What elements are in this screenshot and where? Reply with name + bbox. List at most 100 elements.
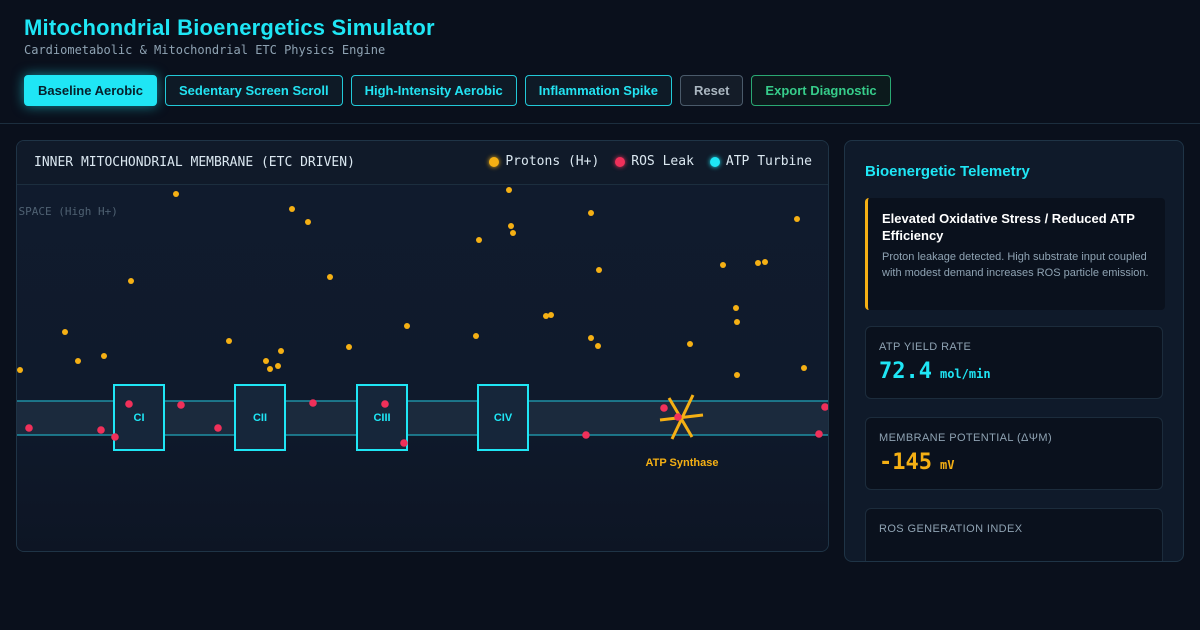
complex-label: CI <box>134 412 145 424</box>
proton-dot-icon <box>489 156 500 167</box>
proton-particle <box>734 319 740 325</box>
metric-label: ROS GENERATION INDEX <box>879 523 1023 535</box>
atp-yield-metric: ATP YIELD RATE 72.4 mol/min <box>865 326 1163 399</box>
simulation-panel: INNER MITOCHONDRIAL MEMBRANE (ETC DRIVEN… <box>16 140 829 552</box>
ros-particle <box>381 400 389 408</box>
scenario-toolbar: Baseline Aerobic Sedentary Screen Scroll… <box>24 75 891 106</box>
membrane-svg: IMS SPACE (High H+) CI CII CIII <box>17 187 828 469</box>
ros-particle <box>674 413 682 421</box>
proton-particle <box>101 353 107 359</box>
inflammation-spike-button[interactable]: Inflammation Spike <box>524 75 672 106</box>
proton-particle <box>762 259 768 265</box>
telemetry-panel: Bioenergetic Telemetry Elevated Oxidativ… <box>844 140 1184 562</box>
metric-label: ATP YIELD RATE <box>879 341 972 353</box>
proton-particle <box>128 278 134 284</box>
simulation-title: INNER MITOCHONDRIAL MEMBRANE (ETC DRIVEN… <box>34 155 355 170</box>
proton-particles <box>17 187 807 378</box>
atp-yield-unit: mol/min <box>939 367 991 381</box>
proton-particle <box>62 329 68 335</box>
ros-particle <box>125 400 133 408</box>
proton-particle <box>473 333 479 339</box>
proton-particle <box>687 341 693 347</box>
proton-particle <box>720 262 726 268</box>
complex-ci[interactable]: CI <box>113 384 165 451</box>
proton-particle <box>801 365 807 371</box>
proton-particle <box>226 338 232 344</box>
sedentary-screen-scroll-button[interactable]: Sedentary Screen Scroll <box>165 75 343 106</box>
export-diagnostic-button[interactable]: Export Diagnostic <box>751 75 891 106</box>
proton-particle <box>794 216 800 222</box>
ros-particle <box>400 439 408 447</box>
proton-particle <box>508 223 514 229</box>
proton-particle <box>75 358 81 364</box>
proton-particle <box>17 367 23 373</box>
high-intensity-aerobic-button[interactable]: High-Intensity Aerobic <box>350 75 517 106</box>
proton-particle <box>289 206 295 212</box>
ros-particle <box>177 401 185 409</box>
ros-generation-metric: ROS GENERATION INDEX <box>865 508 1163 561</box>
alert-title: Elevated Oxidative Stress / Reduced ATP … <box>882 211 1135 243</box>
proton-particle <box>595 343 601 349</box>
atp-synthase-label: ATP Synthase <box>646 457 719 469</box>
complex-label: CII <box>253 412 267 424</box>
ros-particle <box>111 433 119 441</box>
proton-particle <box>404 323 410 329</box>
proton-particle <box>543 313 549 319</box>
proton-particle <box>588 210 594 216</box>
page-subtitle: Cardiometabolic & Mitochondrial ETC Phys… <box>24 43 386 57</box>
ros-particle <box>309 399 317 407</box>
ros-particle <box>582 431 590 439</box>
legend-label: Protons (H+) <box>505 154 600 169</box>
complex-ciii[interactable]: CIII <box>356 384 408 451</box>
legend-item-atp: ATP Turbine <box>709 154 812 169</box>
legend-label: ATP Turbine <box>725 154 812 169</box>
alert-body: Proton leakage detected. High substrate … <box>882 251 1149 279</box>
proton-particle <box>275 363 281 369</box>
ros-particle <box>25 424 33 432</box>
telemetry-title: Bioenergetic Telemetry <box>865 163 1030 180</box>
baseline-aerobic-button[interactable]: Baseline Aerobic <box>24 75 158 106</box>
proton-particle <box>305 219 311 225</box>
metric-value-row: -145 mV <box>879 450 1149 475</box>
legend-item-protons: Protons (H+) <box>489 154 599 169</box>
proton-particle <box>506 187 512 193</box>
proton-particle <box>173 191 179 197</box>
ros-particle <box>815 430 823 438</box>
complex-label: CIV <box>494 412 513 424</box>
reset-button[interactable]: Reset <box>680 75 744 106</box>
proton-particle <box>476 237 482 243</box>
proton-particle <box>267 366 273 372</box>
atp-dot-icon <box>709 156 720 167</box>
metric-value-row: 72.4 mol/min <box>879 359 1149 384</box>
oxidative-stress-alert: Elevated Oxidative Stress / Reduced ATP … <box>865 198 1165 310</box>
complex-civ[interactable]: CIV <box>477 384 529 451</box>
legend-label: ROS Leak <box>631 154 694 169</box>
proton-particle <box>278 348 284 354</box>
complex-cii[interactable]: CII <box>234 384 286 451</box>
proton-particle <box>596 267 602 273</box>
legend-item-ros: ROS Leak <box>615 154 694 169</box>
proton-particle <box>548 312 554 318</box>
proton-particle <box>263 358 269 364</box>
proton-particle <box>346 344 352 350</box>
proton-particle <box>755 260 761 266</box>
legend: Protons (H+) ROS Leak ATP Turbine <box>489 154 812 169</box>
ros-particle <box>660 404 668 412</box>
membrane-potential-metric: MEMBRANE POTENTIAL (ΔΨM) -145 mV <box>865 417 1163 490</box>
proton-particle <box>733 305 739 311</box>
simulation-canvas[interactable]: IMS SPACE (High H+) CI CII CIII <box>17 185 828 551</box>
atp-yield-value: 72.4 <box>879 359 932 384</box>
membrane-potential-unit: mV <box>939 458 955 472</box>
ros-dot-icon <box>615 156 626 167</box>
ros-particle <box>97 426 105 434</box>
proton-particle <box>327 274 333 280</box>
proton-particle <box>588 335 594 341</box>
ros-particle <box>214 424 222 432</box>
membrane-potential-value: -145 <box>879 450 932 475</box>
proton-particle <box>734 372 740 378</box>
header: Mitochondrial Bioenergetics Simulator Ca… <box>0 0 1200 124</box>
ims-space-label: IMS SPACE (High H+) <box>17 205 118 218</box>
metric-label: MEMBRANE POTENTIAL (ΔΨM) <box>879 432 1053 444</box>
simulation-header: INNER MITOCHONDRIAL MEMBRANE (ETC DRIVEN… <box>17 141 828 185</box>
complex-label: CIII <box>373 412 390 424</box>
